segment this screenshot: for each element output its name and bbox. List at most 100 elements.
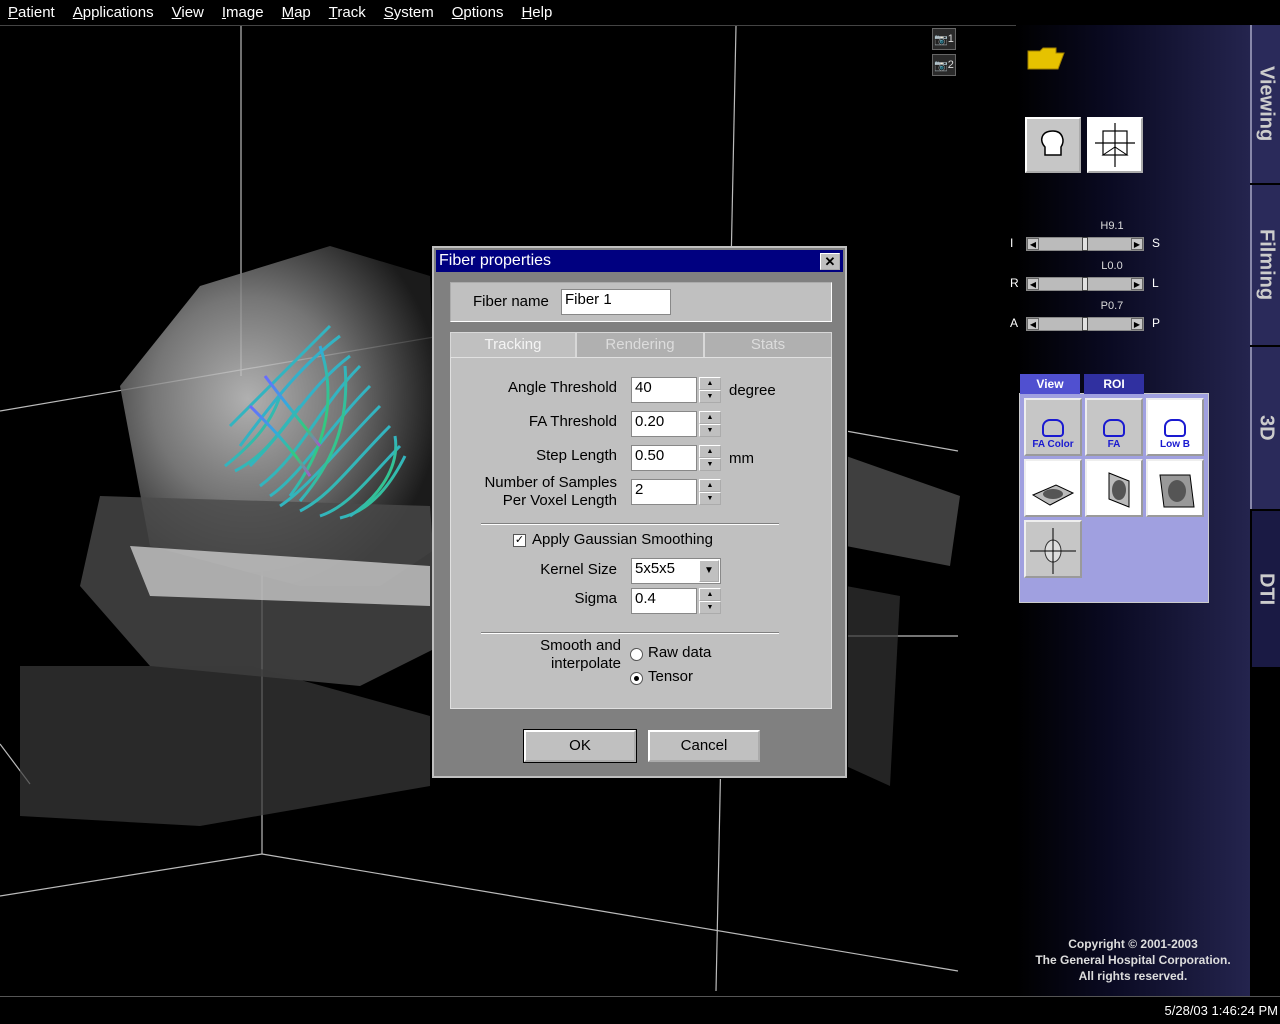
sagittal-slice-icon <box>1108 472 1130 508</box>
camera-2-label: 2 <box>947 59 954 71</box>
dialog-titlebar[interactable]: Fiber properties ✕ <box>436 250 843 272</box>
menu-patient[interactable]: Patient <box>8 4 55 21</box>
spin-up-icon[interactable]: ▲ <box>699 588 721 601</box>
fa-threshold-input[interactable]: 0.20 <box>631 411 697 437</box>
sagittal-slice-button[interactable] <box>1085 459 1143 517</box>
fa-button[interactable]: FA <box>1085 398 1143 456</box>
menu-help[interactable]: Help <box>521 4 552 21</box>
sigma-spinner[interactable]: ▲ ▼ <box>699 588 721 614</box>
menu-map[interactable]: Map <box>282 4 311 21</box>
slider-ap-thumb[interactable] <box>1082 317 1088 331</box>
slider-left-arrow-icon[interactable]: ◀ <box>1027 318 1039 330</box>
menu-view[interactable]: View <box>172 4 204 21</box>
separator <box>481 632 779 634</box>
dti-tab-view[interactable]: View <box>1020 374 1080 394</box>
tab-filming[interactable]: Filming <box>1250 185 1280 345</box>
spin-down-icon[interactable]: ▼ <box>699 601 721 614</box>
slider-left-arrow-icon[interactable]: ◀ <box>1027 278 1039 290</box>
tab-3d[interactable]: 3D <box>1250 347 1280 509</box>
folder-icon[interactable] <box>1026 47 1066 71</box>
camera-2-button[interactable]: 📷 2 <box>932 54 956 76</box>
slider-right-arrow-icon[interactable]: ▶ <box>1131 318 1143 330</box>
slider-rl-thumb[interactable] <box>1082 277 1088 291</box>
kernel-size-select[interactable]: 5x5x5 ▼ <box>631 558 721 584</box>
copyright-notice: Copyright © 2001-2003 The General Hospit… <box>1016 936 1250 984</box>
coronal-slice-icon <box>1159 474 1195 508</box>
slider-rl-right-label: L <box>1152 276 1159 290</box>
gaussian-label: Apply Gaussian Smoothing <box>532 531 713 548</box>
menu-options[interactable]: Options <box>452 4 504 21</box>
tab-dti[interactable]: DTI <box>1250 511 1280 667</box>
tab-stats[interactable]: Stats <box>704 332 832 358</box>
camera-1-label: 1 <box>947 33 954 45</box>
cancel-button[interactable]: Cancel <box>648 730 760 762</box>
slider-left-arrow-icon[interactable]: ◀ <box>1027 238 1039 250</box>
sigma-label: Sigma <box>574 590 617 607</box>
tab-viewing[interactable]: Viewing <box>1250 25 1280 183</box>
spin-up-icon[interactable]: ▲ <box>699 377 721 390</box>
right-panel: H9.1 I ◀ ▶ S L0.0 R ◀ ▶ L P0.7 A ◀ ▶ P V… <box>1010 25 1250 996</box>
fa-threshold-label: FA Threshold <box>528 413 617 430</box>
dti-tab-roi[interactable]: ROI <box>1084 374 1144 394</box>
slider-ap: P0.7 A ◀ ▶ P <box>1010 300 1250 340</box>
radio-tensor[interactable] <box>630 672 643 685</box>
close-icon[interactable]: ✕ <box>820 253 840 270</box>
fa-threshold-spinner[interactable]: ▲ ▼ <box>699 411 721 437</box>
radio-raw-data[interactable] <box>630 648 643 661</box>
radio-raw-data-label: Raw data <box>648 644 712 661</box>
separator <box>481 523 779 525</box>
menu-system[interactable]: System <box>384 4 434 21</box>
status-datetime: 5/28/03 1:46:24 PM <box>1164 1003 1278 1018</box>
menu-track[interactable]: Track <box>329 4 366 21</box>
slider-right-arrow-icon[interactable]: ▶ <box>1131 238 1143 250</box>
slider-is-thumb[interactable] <box>1082 237 1088 251</box>
head-icon <box>1042 419 1064 437</box>
crosshair-view-button[interactable] <box>1087 117 1143 173</box>
spin-down-icon[interactable]: ▼ <box>699 390 721 403</box>
low-b-button[interactable]: Low B <box>1146 398 1204 456</box>
angle-threshold-input[interactable]: 40 <box>631 377 697 403</box>
spin-up-icon[interactable]: ▲ <box>699 479 721 492</box>
fiber-properties-dialog: Fiber properties ✕ Fiber name Fiber 1 Tr… <box>432 246 847 778</box>
fa-color-button[interactable]: FA Color <box>1024 398 1082 456</box>
crosshair-icon <box>1095 123 1135 167</box>
menu-image[interactable]: Image <box>222 4 264 21</box>
tab-rendering[interactable]: Rendering <box>576 332 704 358</box>
step-length-spinner[interactable]: ▲ ▼ <box>699 445 721 471</box>
gaussian-checkbox[interactable]: ✓ <box>513 534 526 547</box>
ok-button[interactable]: OK <box>523 729 637 763</box>
copyright-line-2: The General Hospital Corporation. <box>1035 953 1231 967</box>
samples-label-line-2: Per Voxel Length <box>502 492 617 509</box>
spin-up-icon[interactable]: ▲ <box>699 411 721 424</box>
samples-input[interactable]: 2 <box>631 479 697 505</box>
camera-1-button[interactable]: 📷 1 <box>932 28 956 50</box>
copyright-line-1: Copyright © 2001-2003 <box>1068 937 1198 951</box>
menu-applications[interactable]: Applications <box>73 4 154 21</box>
angle-unit: degree <box>729 382 776 399</box>
rotate-view-button[interactable] <box>1024 520 1082 578</box>
spin-down-icon[interactable]: ▼ <box>699 458 721 471</box>
fiber-name-input[interactable]: Fiber 1 <box>561 289 671 315</box>
angle-threshold-spinner[interactable]: ▲ ▼ <box>699 377 721 403</box>
slider-rl-value: L0.0 <box>1101 260 1123 272</box>
slider-right-arrow-icon[interactable]: ▶ <box>1131 278 1143 290</box>
slider-ap-track[interactable]: ◀ ▶ <box>1026 317 1144 331</box>
axial-slice-button[interactable] <box>1024 459 1082 517</box>
dialog-title: Fiber properties <box>439 252 552 269</box>
slider-is-track[interactable]: ◀ ▶ <box>1026 237 1144 251</box>
samples-spinner[interactable]: ▲ ▼ <box>699 479 721 505</box>
chevron-down-icon[interactable]: ▼ <box>699 560 719 582</box>
sigma-input[interactable]: 0.4 <box>631 588 697 614</box>
coronal-slice-button[interactable] <box>1146 459 1204 517</box>
slider-rl-left-label: R <box>1010 276 1019 290</box>
spin-down-icon[interactable]: ▼ <box>699 424 721 437</box>
tab-tracking[interactable]: Tracking <box>450 332 576 359</box>
spin-down-icon[interactable]: ▼ <box>699 492 721 505</box>
slider-ap-left-label: A <box>1010 316 1019 330</box>
slider-rl-track[interactable]: ◀ ▶ <box>1026 277 1144 291</box>
step-length-input[interactable]: 0.50 <box>631 445 697 471</box>
fa-label: FA <box>1107 439 1121 450</box>
spin-up-icon[interactable]: ▲ <box>699 445 721 458</box>
dialog-tabs: Tracking Rendering Stats <box>450 332 832 359</box>
head-view-button[interactable] <box>1025 117 1081 173</box>
